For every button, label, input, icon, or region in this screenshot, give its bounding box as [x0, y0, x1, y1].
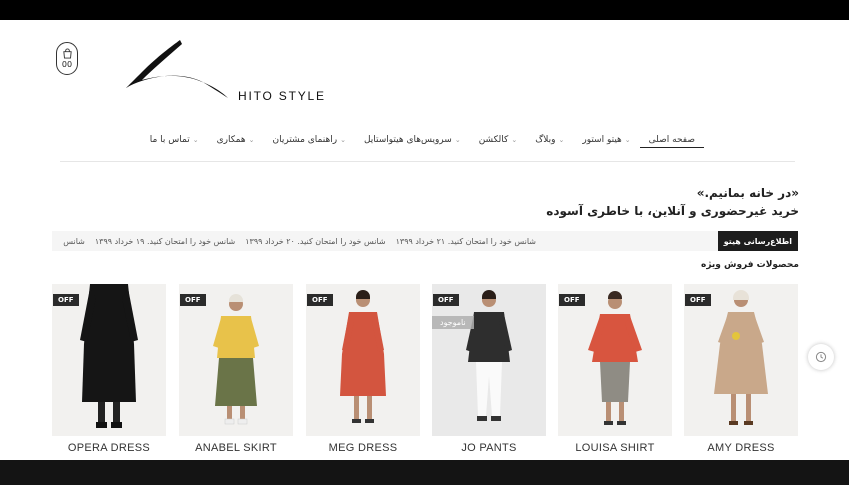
nav-item-blog[interactable]: وبلاگ ⌄	[526, 132, 573, 148]
product-name[interactable]: LOUISA SHIRT	[558, 442, 672, 454]
nav-item-cooperation[interactable]: همکاری ⌄	[208, 132, 264, 148]
nav-label: تماس با ما	[149, 135, 190, 145]
off-badge: OFF	[53, 294, 79, 306]
logo-mark-icon	[126, 40, 228, 98]
chevron-down-icon: ⌄	[558, 136, 565, 144]
off-badge: OFF	[307, 294, 333, 306]
product-name[interactable]: JO PANTS	[432, 442, 546, 454]
chevron-down-icon: ⌄	[511, 136, 518, 144]
nav-label: همکاری	[216, 135, 246, 145]
off-badge: OFF	[685, 294, 711, 306]
chevron-down-icon: ⌄	[624, 136, 631, 144]
product-name[interactable]: OPERA DRESS	[52, 442, 166, 454]
page: 00 HITO STYLE صفحه اصلی هیتو استور ⌄ وبلا…	[0, 20, 849, 460]
product-image[interactable]: OFF	[306, 284, 420, 436]
nav-label: سرویس‌های هیتواستایل	[363, 135, 452, 145]
product-card[interactable]: OFF ناموجود JO PANTS	[432, 284, 546, 460]
off-badge: OFF	[180, 294, 206, 306]
ticker-item[interactable]: شانس خود را امتحان کنید. ۲۰ خرداد ۱۳۹۹	[245, 237, 385, 246]
product-image[interactable]: OFF	[684, 284, 798, 436]
chevron-down-icon: ⌄	[248, 136, 255, 144]
nav-label: کالکشن	[478, 135, 509, 145]
product-image[interactable]: OFF	[52, 284, 166, 436]
product-name[interactable]: MEG DRESS	[306, 442, 420, 454]
product-name[interactable]: ANABEL SKIRT	[179, 442, 293, 454]
nav-label: صفحه اصلی	[648, 134, 695, 145]
nav-label: وبلاگ	[535, 135, 556, 145]
logo-text: HITO STYLE	[238, 89, 326, 103]
chevron-down-icon: ⌄	[454, 136, 461, 144]
nav-item-home[interactable]: صفحه اصلی	[639, 132, 704, 148]
shopping-bag-icon	[62, 47, 72, 59]
nav-label: هیتو استور	[582, 135, 622, 145]
nav-item-customer-guide[interactable]: راهنمای مشتریان ⌄	[264, 132, 355, 148]
chevron-down-icon: ⌄	[192, 136, 199, 144]
nav-item-contact[interactable]: تماس با ما ⌄	[141, 132, 208, 148]
product-name[interactable]: AMY DRESS	[684, 442, 798, 454]
ticker-label: اطلاع‌رسانی هیتو	[717, 231, 798, 251]
product-card[interactable]: OFF LOUISA SHIRT	[558, 284, 672, 460]
nav-item-services[interactable]: سرویس‌های هیتواستایل ⌄	[355, 132, 470, 148]
off-badge: OFF	[559, 294, 585, 306]
off-badge: OFF	[433, 294, 459, 306]
ticker-track: شانس خود را امتحان کنید. ۲۱ خرداد ۱۳۹۹ ش…	[53, 231, 536, 251]
product-image[interactable]: OFF	[558, 284, 672, 436]
ticker-item[interactable]: شانس	[63, 237, 85, 246]
clock-icon	[815, 351, 827, 363]
ticker-item[interactable]: شانس خود را امتحان کنید. ۲۱ خرداد ۱۳۹۹	[396, 237, 536, 246]
product-card[interactable]: OFF OPERA DRESS	[52, 284, 166, 460]
hero-line-1: «در خانه بمانیم.»	[696, 186, 799, 200]
nav-item-store[interactable]: هیتو استور ⌄	[573, 132, 639, 148]
nav-label: راهنمای مشتریان	[272, 135, 338, 145]
product-list: OFF AMY DRESS OFF LOUISA SHIRT OFF ناموج…	[52, 284, 798, 460]
nav-divider	[60, 161, 795, 162]
browser-top-bar	[0, 0, 849, 20]
history-button[interactable]	[808, 344, 834, 370]
product-card[interactable]: OFF ANABEL SKIRT	[179, 284, 293, 460]
cart-button[interactable]: 00	[56, 42, 78, 75]
product-card[interactable]: OFF AMY DRESS	[684, 284, 798, 460]
out-of-stock-badge: ناموجود	[432, 316, 474, 329]
news-ticker: شانس خود را امتحان کنید. ۲۱ خرداد ۱۳۹۹ ش…	[52, 231, 798, 251]
hero-line-2: خرید غیرحضوری و آنلاین، با خاطری آسوده	[546, 204, 799, 218]
hero-text: «در خانه بمانیم.» خرید غیرحضوری و آنلاین…	[546, 184, 799, 220]
product-card[interactable]: OFF MEG DRESS	[306, 284, 420, 460]
chevron-down-icon: ⌄	[340, 136, 346, 144]
product-image[interactable]: OFF ناموجود	[432, 284, 546, 436]
logo[interactable]: HITO STYLE	[122, 36, 342, 108]
product-image[interactable]: OFF	[179, 284, 293, 436]
ticker-item[interactable]: شانس خود را امتحان کنید. ۱۹ خرداد ۱۳۹۹	[95, 237, 235, 246]
cart-count: 00	[61, 59, 73, 69]
main-nav: صفحه اصلی هیتو استور ⌄ وبلاگ ⌄ کالکشن ⌄ سرو…	[141, 132, 704, 148]
browser-bottom-bar	[0, 460, 849, 485]
section-title: محصولات فروش ویژه	[701, 260, 799, 270]
nav-item-collection[interactable]: کالکشن ⌄	[470, 132, 527, 148]
